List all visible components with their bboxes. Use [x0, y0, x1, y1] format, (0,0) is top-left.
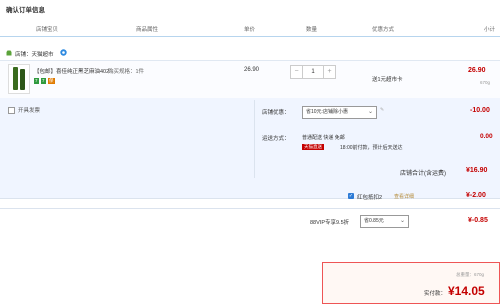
shipping-eta: 18:00前付款，预计后天送达 [340, 145, 403, 151]
invoice-label: 开具发票 [18, 108, 41, 114]
total-weight: 总重量：670g [456, 272, 485, 277]
shipping-tag: 天猫直送 [302, 144, 324, 150]
shop-discount-value: 省10元:店铺除小惠 [306, 109, 348, 115]
shop-total-label: 店铺合计(含运费) [400, 171, 446, 177]
col-price: 单价 [244, 27, 256, 33]
vip-select-value: 省0.85元 [364, 218, 384, 224]
shop-name[interactable]: 店铺：天猫超市 [15, 50, 54, 58]
divider [0, 208, 500, 209]
redpacket-label: 红包抵扣2 [357, 195, 383, 201]
product-spec: 购买规格：1件 [108, 69, 145, 75]
product-name[interactable]: 【包邮】喜佳纯正黑芝麻油402... [34, 67, 114, 75]
col-attr: 商品属性 [136, 27, 159, 33]
vip-label: 88VIP专享9.5折 [310, 220, 350, 226]
shop-total-value: ¥16.90 [466, 167, 488, 174]
col-shop: 店铺宝贝 [36, 27, 59, 33]
quantity-stepper: − 1 + [290, 65, 336, 79]
divider [254, 100, 255, 178]
edit-icon[interactable]: ✎ [380, 107, 384, 113]
pay-value: ¥14.05 [448, 284, 485, 298]
col-promo: 优惠方式 [372, 27, 395, 33]
redpacket-value: ¥-2.00 [466, 192, 486, 199]
vip-value: ¥-0.85 [468, 217, 488, 224]
qty-plus-button[interactable]: + [323, 66, 335, 78]
chevron-down-icon: ⌄ [367, 109, 373, 115]
qty-value[interactable]: 1 [303, 66, 323, 78]
pay-label: 实付款： [424, 291, 447, 297]
shipping-method: 普通配送 快递 免邮 [302, 135, 345, 141]
item-weight: 670g [480, 80, 491, 85]
promo-text: 送1元超市卡 [372, 77, 403, 83]
item-subtotal: 26.90 [468, 67, 486, 74]
item-row [0, 60, 500, 100]
unit-price: 26.90 [244, 67, 260, 73]
redpacket-checkbox[interactable]: ✓ [348, 193, 354, 199]
shop-icon [6, 50, 12, 56]
product-thumbnail[interactable] [8, 64, 30, 94]
shipping-fee: 0.00 [480, 133, 493, 140]
divider [0, 198, 500, 199]
shop-discount-select[interactable]: 省10元:店铺除小惠 ⌄ [302, 106, 377, 119]
badge-7day-2: 7 [41, 78, 46, 84]
badge-guarantee: 保 [48, 78, 55, 84]
col-qty: 数量 [306, 27, 318, 33]
qty-minus-button[interactable]: − [291, 66, 303, 78]
invoice-checkbox[interactable] [8, 107, 15, 114]
chat-icon[interactable] [60, 49, 67, 56]
col-subtotal: 小计 [484, 27, 496, 33]
badge-7day: 7 [34, 78, 39, 84]
redpacket-detail-link[interactable]: 查看详细 [394, 193, 414, 200]
chevron-down-icon: ⌄ [399, 218, 405, 224]
vip-select[interactable]: 省0.85元 ⌄ [360, 215, 409, 228]
shop-discount-amount: -10.00 [470, 107, 490, 114]
shipping-label: 运送方式： [262, 136, 290, 142]
page-title: 确认订单信息 [6, 7, 45, 14]
order-options [0, 98, 500, 199]
shop-discount-label: 店铺优惠： [262, 110, 290, 116]
